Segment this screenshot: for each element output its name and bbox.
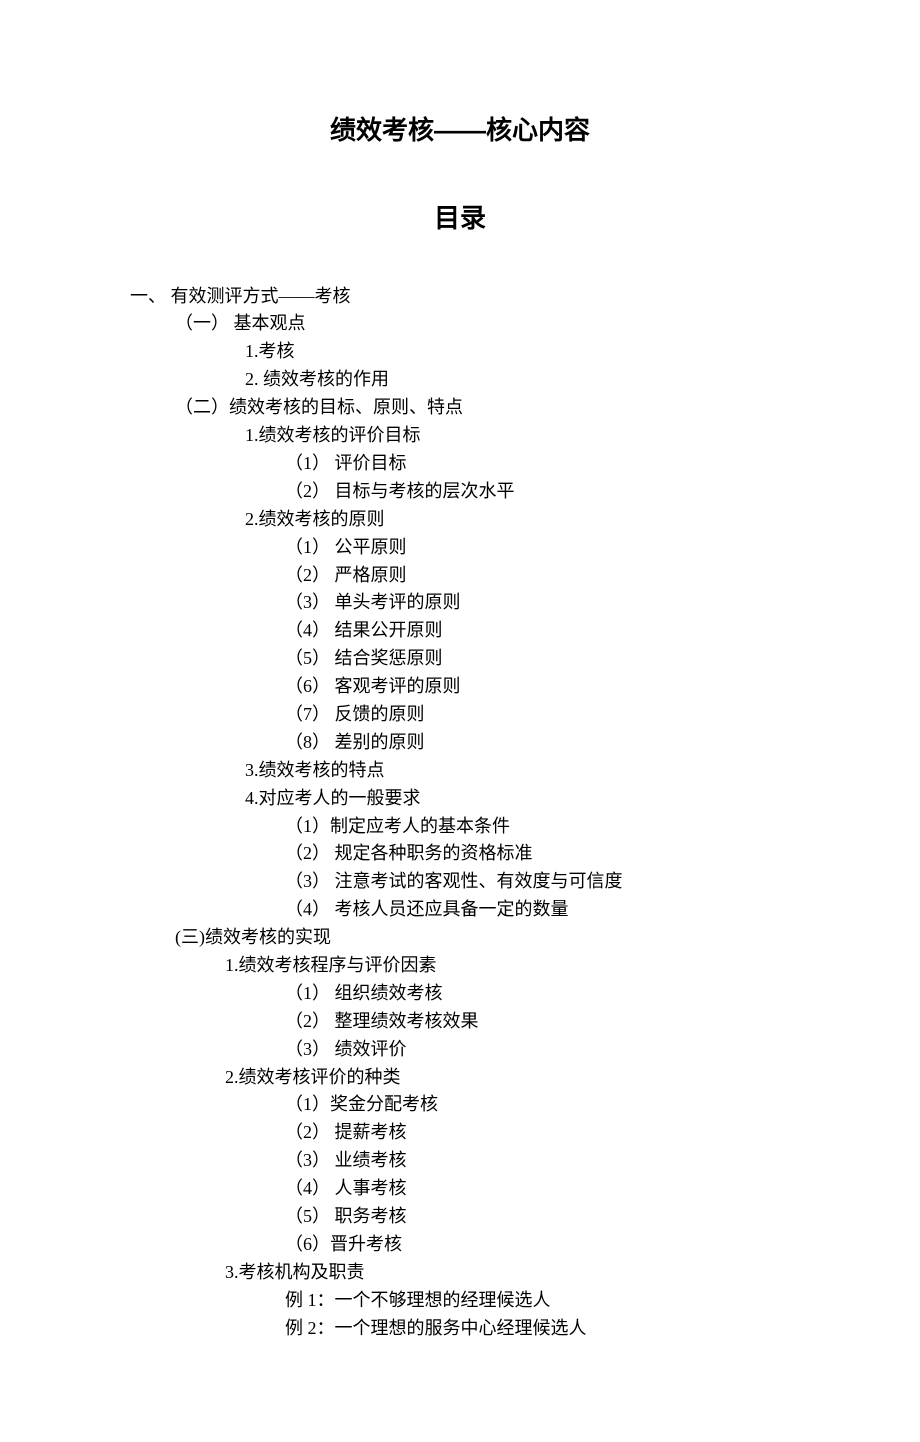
toc-line: （7） 反馈的原则	[130, 701, 790, 729]
document-title: 绩效考核——核心内容	[130, 110, 790, 150]
toc-line: （3） 注意考试的客观性、有效度与可信度	[130, 868, 790, 896]
toc-line: 4.对应考人的一般要求	[130, 785, 790, 813]
toc-line: （2） 规定各种职务的资格标准	[130, 840, 790, 868]
toc-line: （2） 整理绩效考核效果	[130, 1008, 790, 1036]
toc-line: (三)绩效考核的实现	[130, 924, 790, 952]
toc-line: （4） 结果公开原则	[130, 617, 790, 645]
toc-line: （1） 公平原则	[130, 534, 790, 562]
toc-line: （5） 结合奖惩原则	[130, 645, 790, 673]
toc-line: 例 1：一个不够理想的经理候选人	[130, 1287, 790, 1315]
toc-line: （4） 人事考核	[130, 1175, 790, 1203]
toc-line: （2） 提薪考核	[130, 1119, 790, 1147]
toc-line: 1.绩效考核程序与评价因素	[130, 952, 790, 980]
toc-line: （二）绩效考核的目标、原则、特点	[130, 394, 790, 422]
toc-line: 2. 绩效考核的作用	[130, 366, 790, 394]
toc-line: （2） 目标与考核的层次水平	[130, 478, 790, 506]
toc-line: 例 2：一个理想的服务中心经理候选人	[130, 1315, 790, 1343]
toc-heading: 目录	[130, 198, 790, 238]
toc-line: （3） 业绩考核	[130, 1147, 790, 1175]
toc-line: （3） 绩效评价	[130, 1036, 790, 1064]
toc-line: （3） 单头考评的原则	[130, 589, 790, 617]
toc-line: （6） 客观考评的原则	[130, 673, 790, 701]
toc-line: （2） 严格原则	[130, 562, 790, 590]
toc-line: （1）奖金分配考核	[130, 1091, 790, 1119]
toc-line: 3.绩效考核的特点	[130, 757, 790, 785]
document-page: 绩效考核——核心内容 目录 一、 有效测评方式——考核（一） 基本观点1.考核2…	[0, 0, 920, 1442]
toc-line: 3.考核机构及职责	[130, 1259, 790, 1287]
toc-line: 1.考核	[130, 338, 790, 366]
toc-line: （6）晋升考核	[130, 1231, 790, 1259]
toc-line: （一） 基本观点	[130, 310, 790, 338]
toc-line: （1）制定应考人的基本条件	[130, 813, 790, 841]
toc-line: 一、 有效测评方式——考核	[130, 283, 790, 311]
toc-line: 2.绩效考核的原则	[130, 506, 790, 534]
toc-line: （1） 组织绩效考核	[130, 980, 790, 1008]
toc-line: （1） 评价目标	[130, 450, 790, 478]
toc-body: 一、 有效测评方式——考核（一） 基本观点1.考核2. 绩效考核的作用（二）绩效…	[130, 283, 790, 1343]
toc-line: 1.绩效考核的评价目标	[130, 422, 790, 450]
toc-line: （4） 考核人员还应具备一定的数量	[130, 896, 790, 924]
toc-line: （5） 职务考核	[130, 1203, 790, 1231]
toc-line: （8） 差别的原则	[130, 729, 790, 757]
toc-line: 2.绩效考核评价的种类	[130, 1064, 790, 1092]
